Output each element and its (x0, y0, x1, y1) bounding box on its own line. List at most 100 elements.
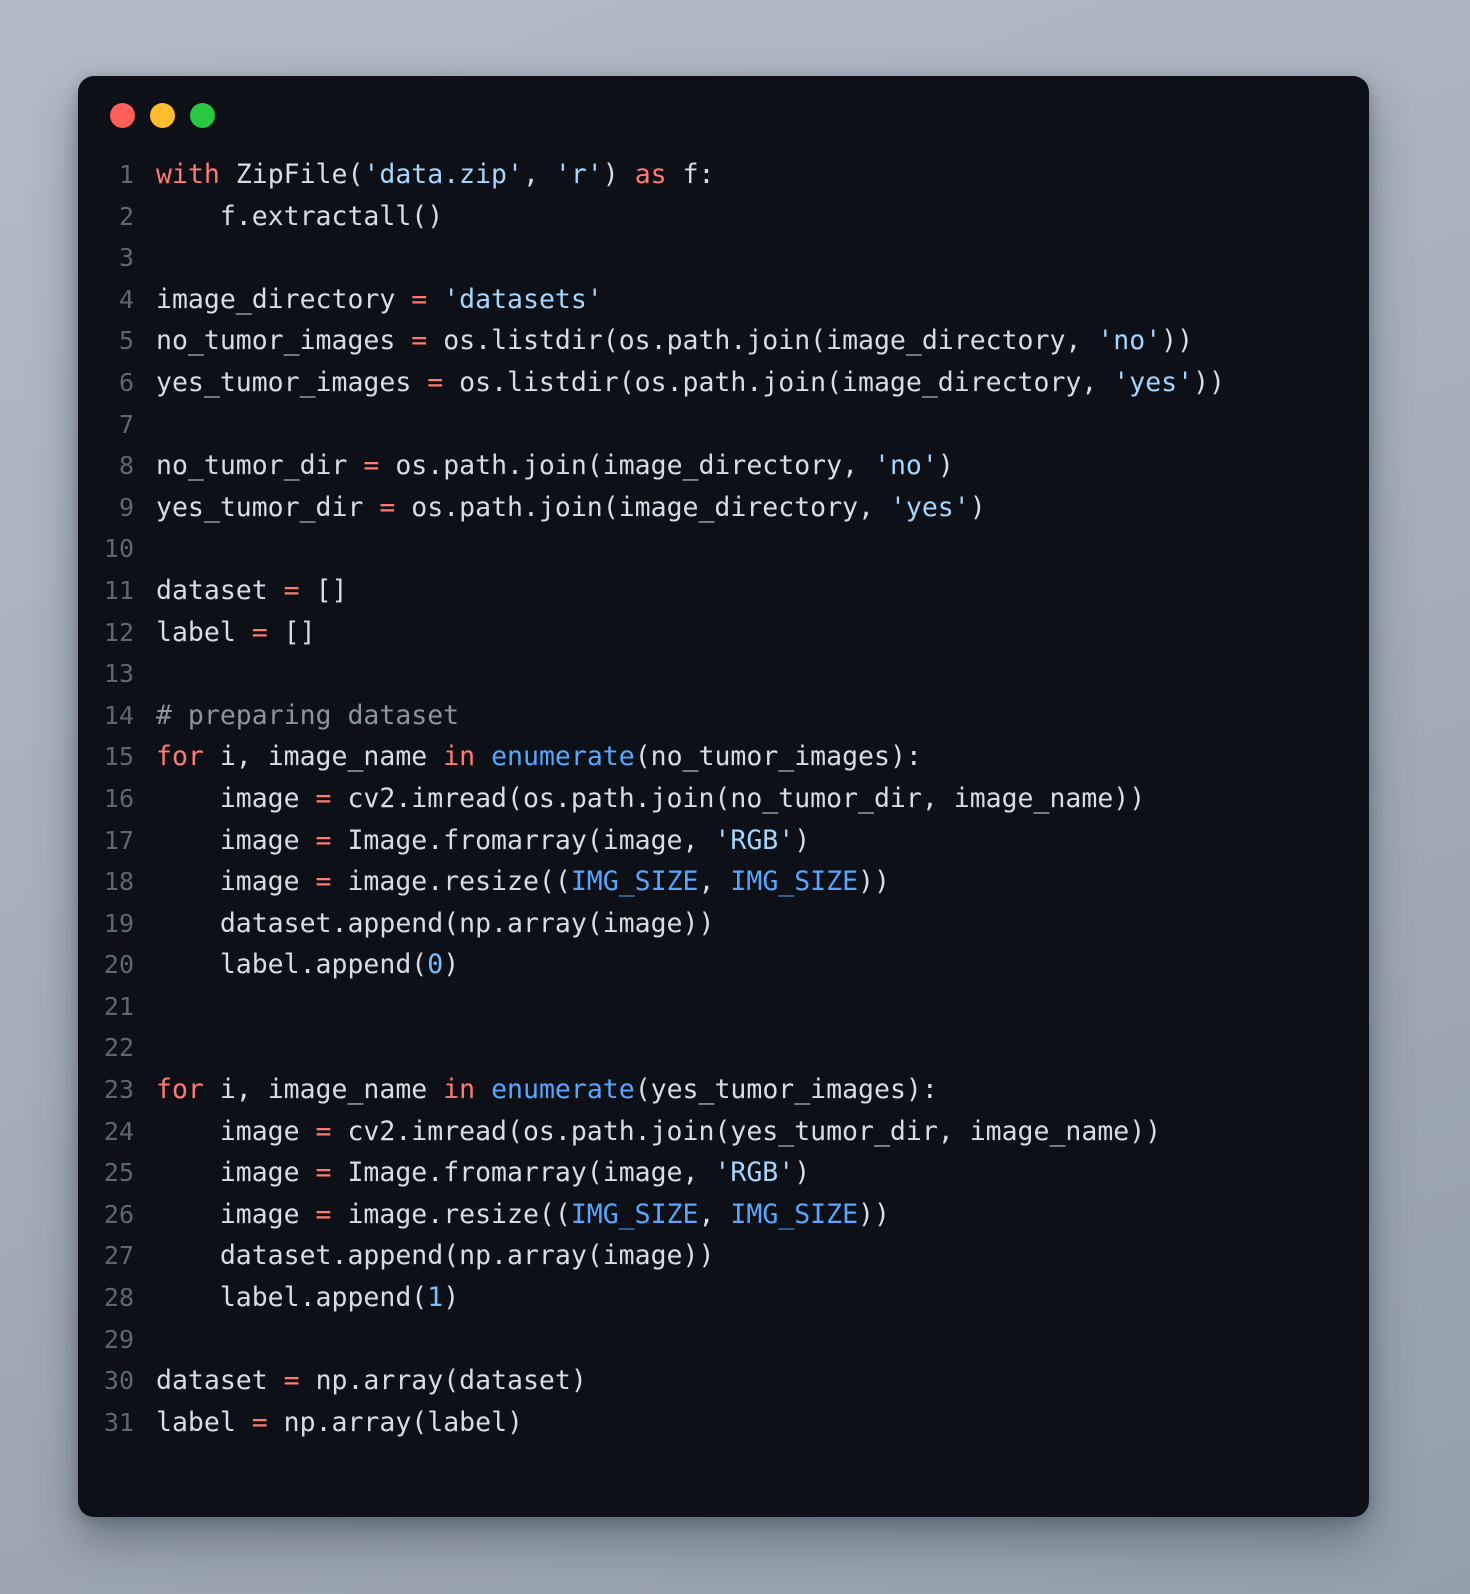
token-id: image (156, 1198, 316, 1230)
line-content[interactable]: no_tumor_images = os.listdir(os.path.joi… (156, 320, 1369, 362)
code-line[interactable]: 23 for i, image_name in enumerate(yes_tum… (78, 1069, 1369, 1111)
code-line[interactable]: 20 label.append(0) (78, 944, 1369, 986)
code-line[interactable]: 27 dataset.append(np.array(image)) (78, 1235, 1369, 1277)
line-number: 8 (118, 451, 134, 481)
code-line[interactable]: 8 no_tumor_dir = os.path.join(image_direc… (78, 445, 1369, 487)
token-op: = (315, 1198, 332, 1230)
token-id: os.path.join(image_directory, (379, 450, 874, 482)
line-number: 23 (103, 1075, 134, 1105)
token-id: , (698, 866, 731, 898)
token-const: IMG_SIZE (730, 866, 859, 898)
token-str: 'no' (1097, 325, 1162, 357)
token-op: = (315, 1115, 332, 1147)
line-content[interactable]: image_directory = 'datasets' (156, 279, 1369, 321)
line-number: 2 (118, 201, 134, 231)
code-line[interactable]: 7 (78, 404, 1369, 446)
code-line[interactable]: 12 label = [] (78, 612, 1369, 654)
line-number: 1 (118, 160, 134, 189)
code-line[interactable]: 16 image = cv2.imread(os.path.join(no_tu… (78, 778, 1369, 820)
code-editor[interactable]: 1 with ZipFile('data.zip', 'r') as f: 2 f.… (78, 154, 1369, 1471)
token-id: f: (666, 159, 715, 190)
window-titlebar[interactable] (78, 76, 1369, 154)
line-content[interactable]: with ZipFile('data.zip', 'r') as f: (156, 154, 1369, 196)
token-id: cv2.imread(os.path.join(yes_tumor_dir, i… (331, 1115, 1162, 1147)
token-id: )) (1161, 325, 1194, 357)
token-id: ) (969, 491, 986, 523)
token-str: 'RGB' (714, 824, 795, 856)
line-content[interactable]: dataset.append(np.array(image)) (156, 1235, 1369, 1277)
token-id: label.append( (156, 1282, 428, 1314)
maximize-window-button[interactable] (190, 102, 215, 128)
line-content[interactable]: f.extractall() (156, 196, 1369, 238)
token-id: image (156, 1115, 316, 1147)
code-line[interactable]: 28 label.append(1) (78, 1277, 1369, 1319)
token-str: 'RGB' (714, 1157, 795, 1189)
code-line[interactable]: 3 (78, 237, 1369, 279)
code-line[interactable]: 4 image_directory = 'datasets' (78, 279, 1369, 321)
code-line[interactable]: 11 dataset = [] (78, 570, 1369, 612)
token-id: label (156, 1406, 252, 1438)
line-content[interactable]: no_tumor_dir = os.path.join(image_direct… (156, 445, 1369, 487)
token-op: = (379, 491, 396, 523)
token-id: image (156, 866, 316, 898)
line-content[interactable]: dataset = np.array(dataset) (156, 1360, 1369, 1402)
line-content[interactable]: label = [] (156, 612, 1369, 654)
token-id: )) (858, 1198, 890, 1230)
token-id: dataset (156, 574, 284, 606)
code-line[interactable]: 29 (78, 1319, 1369, 1361)
line-number: 14 (103, 700, 134, 730)
line-content[interactable]: image = image.resize((IMG_SIZE, IMG_SIZE… (156, 861, 1369, 903)
code-line[interactable]: 14 # preparing dataset (78, 695, 1369, 737)
code-line[interactable]: 6 yes_tumor_images = os.listdir(os.path.j… (78, 362, 1369, 404)
code-line[interactable]: 22 (78, 1027, 1369, 1069)
code-line[interactable]: 1 with ZipFile('data.zip', 'r') as f: (78, 154, 1369, 196)
token-str: 'no' (873, 450, 938, 482)
token-id: image_directory (156, 283, 412, 315)
code-line[interactable]: 5 no_tumor_images = os.listdir(os.path.jo… (78, 320, 1369, 362)
code-line[interactable]: 21 (78, 986, 1369, 1028)
line-content[interactable]: label = np.array(label) (156, 1402, 1369, 1444)
line-content[interactable]: yes_tumor_images = os.listdir(os.path.jo… (156, 362, 1369, 404)
token-op: = (427, 366, 444, 398)
line-number: 7 (118, 409, 134, 439)
line-content[interactable]: label.append(1) (156, 1277, 1369, 1319)
line-content[interactable]: image = image.resize((IMG_SIZE, IMG_SIZE… (156, 1194, 1369, 1236)
code-line[interactable]: 30 dataset = np.array(dataset) (78, 1360, 1369, 1402)
line-content[interactable]: label.append(0) (156, 944, 1369, 986)
code-line[interactable]: 10 (78, 528, 1369, 570)
line-content[interactable]: for i, image_name in enumerate(no_tumor_… (156, 736, 1369, 778)
code-line[interactable]: 9 yes_tumor_dir = os.path.join(image_dire… (78, 487, 1369, 529)
code-line[interactable]: 2 f.extractall() (78, 196, 1369, 238)
line-content[interactable]: # preparing dataset (156, 695, 1369, 737)
line-number: 10 (103, 534, 134, 564)
line-content[interactable]: for i, image_name in enumerate(yes_tumor… (156, 1069, 1369, 1111)
code-line[interactable]: 13 (78, 653, 1369, 695)
code-line[interactable]: 25 image = Image.fromarray(image, 'RGB') (78, 1152, 1369, 1194)
token-str: 'r' (554, 159, 603, 190)
code-line[interactable]: 19 dataset.append(np.array(image)) (78, 903, 1369, 945)
code-line[interactable]: 31 label = np.array(label) (78, 1402, 1369, 1444)
code-line[interactable]: 24 image = cv2.imread(os.path.join(yes_t… (78, 1111, 1369, 1153)
line-content[interactable]: dataset = [] (156, 570, 1369, 612)
code-line[interactable]: 18 image = image.resize((IMG_SIZE, IMG_S… (78, 861, 1369, 903)
line-number: 6 (118, 367, 134, 397)
token-id: , (698, 1198, 731, 1230)
token-id: yes_tumor_images (156, 366, 428, 398)
code-line[interactable]: 17 image = Image.fromarray(image, 'RGB') (78, 820, 1369, 862)
code-line[interactable]: 26 image = image.resize((IMG_SIZE, IMG_S… (78, 1194, 1369, 1236)
close-window-button[interactable] (110, 102, 135, 128)
line-content[interactable]: image = Image.fromarray(image, 'RGB') (156, 1152, 1369, 1194)
line-content[interactable]: dataset.append(np.array(image)) (156, 903, 1369, 945)
line-number: 21 (103, 991, 134, 1021)
line-content[interactable]: image = Image.fromarray(image, 'RGB') (156, 820, 1369, 862)
line-content[interactable]: image = cv2.imread(os.path.join(yes_tumo… (156, 1111, 1369, 1153)
line-number: 31 (103, 1407, 134, 1437)
line-content[interactable]: yes_tumor_dir = os.path.join(image_direc… (156, 487, 1369, 529)
minimize-window-button[interactable] (150, 102, 175, 128)
code-line[interactable]: 15 for i, image_name in enumerate(no_tumo… (78, 736, 1369, 778)
token-id: (no_tumor_images): (634, 741, 922, 773)
token-id: Image.fromarray(image, (331, 1157, 715, 1189)
line-number: 22 (103, 1033, 134, 1063)
line-number: 5 (118, 326, 134, 356)
line-content[interactable]: image = cv2.imread(os.path.join(no_tumor… (156, 778, 1369, 820)
